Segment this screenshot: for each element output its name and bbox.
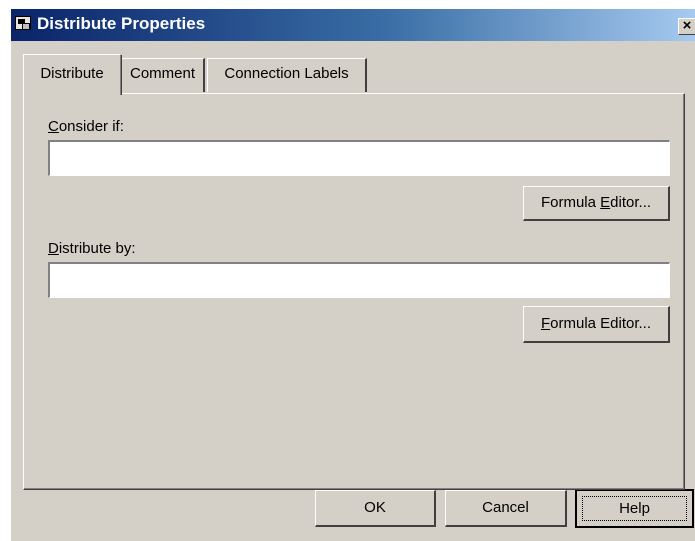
focus-rect xyxy=(582,496,687,521)
help-button[interactable]: Help xyxy=(575,489,694,528)
tab-comment[interactable]: Comment xyxy=(121,58,205,92)
consider-formula-editor-text-b: ditor... xyxy=(610,194,652,211)
distribute-properties-dialog: Distribute Properties × Distribute Comme… xyxy=(10,8,695,541)
tab-comment-label: Comment xyxy=(129,65,196,82)
title-bar[interactable]: Distribute Properties × xyxy=(11,9,695,41)
distribute-by-label-text: istribute by: xyxy=(58,240,136,257)
tab-distribute[interactable]: Distribute xyxy=(23,54,122,95)
tab-connection-labels-label: Connection Labels xyxy=(224,65,349,82)
distribute-by-input[interactable] xyxy=(48,262,670,298)
consider-formula-editor-mnemonic: E xyxy=(600,194,611,211)
consider-if-label: Consider if: xyxy=(48,118,124,135)
consider-formula-editor-label: Formula Editor... xyxy=(541,194,651,211)
distribute-formula-editor-mnemonic: F xyxy=(540,315,551,332)
close-button[interactable]: × xyxy=(678,18,695,35)
consider-if-mnemonic: C xyxy=(48,118,59,135)
app-icon xyxy=(15,16,31,30)
tab-connection-labels[interactable]: Connection Labels xyxy=(207,58,367,92)
ok-button[interactable]: OK xyxy=(315,490,436,527)
tab-distribute-label: Distribute xyxy=(40,65,104,82)
ok-button-label: OK xyxy=(364,499,386,516)
distribute-formula-editor-text-b: ormula Editor... xyxy=(550,315,652,332)
cancel-button[interactable]: Cancel xyxy=(445,490,567,527)
distribute-by-mnemonic: D xyxy=(48,240,59,257)
distribute-formula-editor-button[interactable]: Formula Editor... xyxy=(523,306,670,343)
distribute-by-label: Distribute by: xyxy=(48,240,136,257)
cancel-button-label: Cancel xyxy=(482,499,529,516)
distribute-formula-editor-label: Formula Editor... xyxy=(541,315,651,332)
consider-if-label-text: onsider if: xyxy=(58,118,124,135)
consider-formula-editor-button[interactable]: Formula Editor... xyxy=(523,186,670,221)
consider-if-input[interactable] xyxy=(48,140,670,176)
window-title: Distribute Properties xyxy=(37,14,206,33)
consider-formula-editor-text-a: Formula xyxy=(540,194,601,211)
close-icon: × xyxy=(682,18,692,34)
tab-panel-distribute: Consider if: Formula Editor... Distribut… xyxy=(23,93,685,490)
